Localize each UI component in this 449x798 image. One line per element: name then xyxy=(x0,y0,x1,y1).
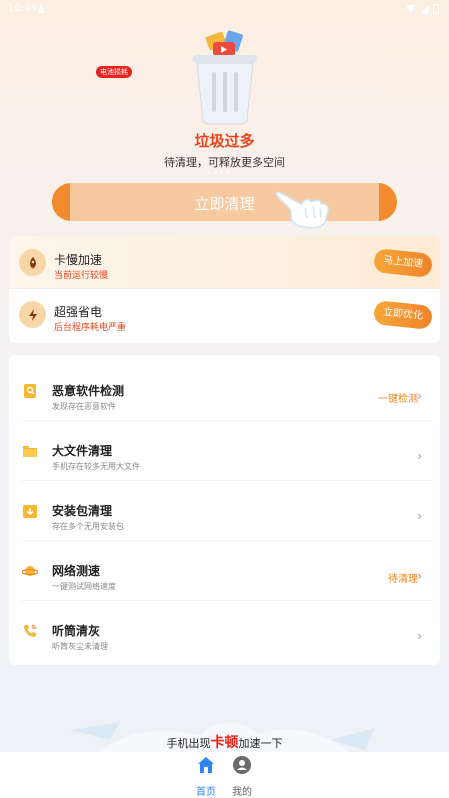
page-indicator xyxy=(208,171,229,174)
list-item[interactable]: 恶意软件检测 发现存在恶意软件 一键检测 › xyxy=(9,361,440,421)
list-item[interactable]: 听筒清灰 听筒灰尘未清理 › xyxy=(9,601,440,661)
profile-icon xyxy=(233,756,251,774)
battery-icon xyxy=(433,4,439,14)
status-icons xyxy=(406,4,439,14)
tools-list: 恶意软件检测 发现存在恶意软件 一键检测 › 大文件清理 手机存在较多无用大文件… xyxy=(9,355,440,665)
chevron-right-icon: › xyxy=(417,629,422,643)
chevron-right-icon: › xyxy=(417,449,422,463)
list-item[interactable]: 安装包清理 存在多个无用安装包 › xyxy=(9,481,440,541)
list-item-subtitle: 存在多个无用安装包 xyxy=(52,522,124,531)
tab-label: 首页 xyxy=(196,787,216,798)
list-item[interactable]: 大文件清理 手机存在较多无用大文件 › xyxy=(9,421,440,481)
clean-now-label: 立即清理 xyxy=(194,195,255,213)
notification-icon xyxy=(38,3,45,13)
rocket-icon xyxy=(19,249,46,276)
malware-scan-icon xyxy=(24,384,36,398)
battery-badge: 电池损耗 xyxy=(96,66,132,78)
list-item-subtitle: 发现存在恶意软件 xyxy=(52,402,116,411)
hero-title: 垃圾过多 xyxy=(194,132,255,150)
quick-action-title: 卡慢加速 xyxy=(54,253,103,267)
lightning-icon xyxy=(19,301,46,328)
list-item-action: 一键检测 xyxy=(378,394,418,405)
list-item[interactable]: 网络测速 一键测试网络速度 待清理 › xyxy=(9,541,440,601)
clean-now-button[interactable]: 立即清理 xyxy=(52,183,397,221)
list-item-title: 大文件清理 xyxy=(52,444,113,458)
promo-suffix: 加速一下 xyxy=(238,737,283,750)
list-item-subtitle: 一键测试网络速度 xyxy=(52,582,116,591)
tab-label: 我的 xyxy=(232,787,252,798)
list-item-title: 听筒清灰 xyxy=(52,624,101,638)
promo-highlight: 卡顿 xyxy=(210,735,239,751)
signal-icon xyxy=(420,4,429,14)
status-time: 10:49 xyxy=(8,3,37,14)
folder-icon xyxy=(23,446,37,457)
list-item-subtitle: 听筒灰尘未清理 xyxy=(52,642,108,651)
promo-banner[interactable]: 手机出现卡顿加速一下 xyxy=(0,732,449,752)
chevron-right-icon: › xyxy=(417,569,422,583)
package-download-icon xyxy=(23,505,37,518)
list-item-title: 恶意软件检测 xyxy=(52,384,125,398)
list-item-action: 待清理 xyxy=(388,574,418,585)
chevron-right-icon: › xyxy=(417,389,422,403)
planet-icon xyxy=(22,566,38,576)
status-bar: 10:49 xyxy=(0,0,449,20)
hero-subtitle: 待清理，可释放更多空间 xyxy=(164,156,285,169)
quick-action-title: 超强省电 xyxy=(54,305,103,319)
home-icon xyxy=(198,757,214,773)
tab-home[interactable]: 首页 xyxy=(186,755,226,798)
quick-action-subtitle: 当前运行较慢 xyxy=(54,271,109,281)
list-item-title: 网络测速 xyxy=(52,564,101,578)
chevron-right-icon: › xyxy=(417,509,422,523)
pointing-hand-icon xyxy=(275,191,329,229)
list-item-title: 安装包清理 xyxy=(52,504,113,518)
quick-action-subtitle: 后台程序耗电严重 xyxy=(54,323,127,333)
tab-profile[interactable]: 我的 xyxy=(222,755,262,798)
bottom-tab-bar: 首页 我的 xyxy=(0,752,449,798)
trash-can-icon xyxy=(193,30,257,125)
wifi-icon xyxy=(406,4,416,14)
list-item-subtitle: 手机存在较多无用大文件 xyxy=(52,462,140,471)
phone-icon xyxy=(24,624,37,637)
promo-prefix: 手机出现 xyxy=(166,737,211,750)
